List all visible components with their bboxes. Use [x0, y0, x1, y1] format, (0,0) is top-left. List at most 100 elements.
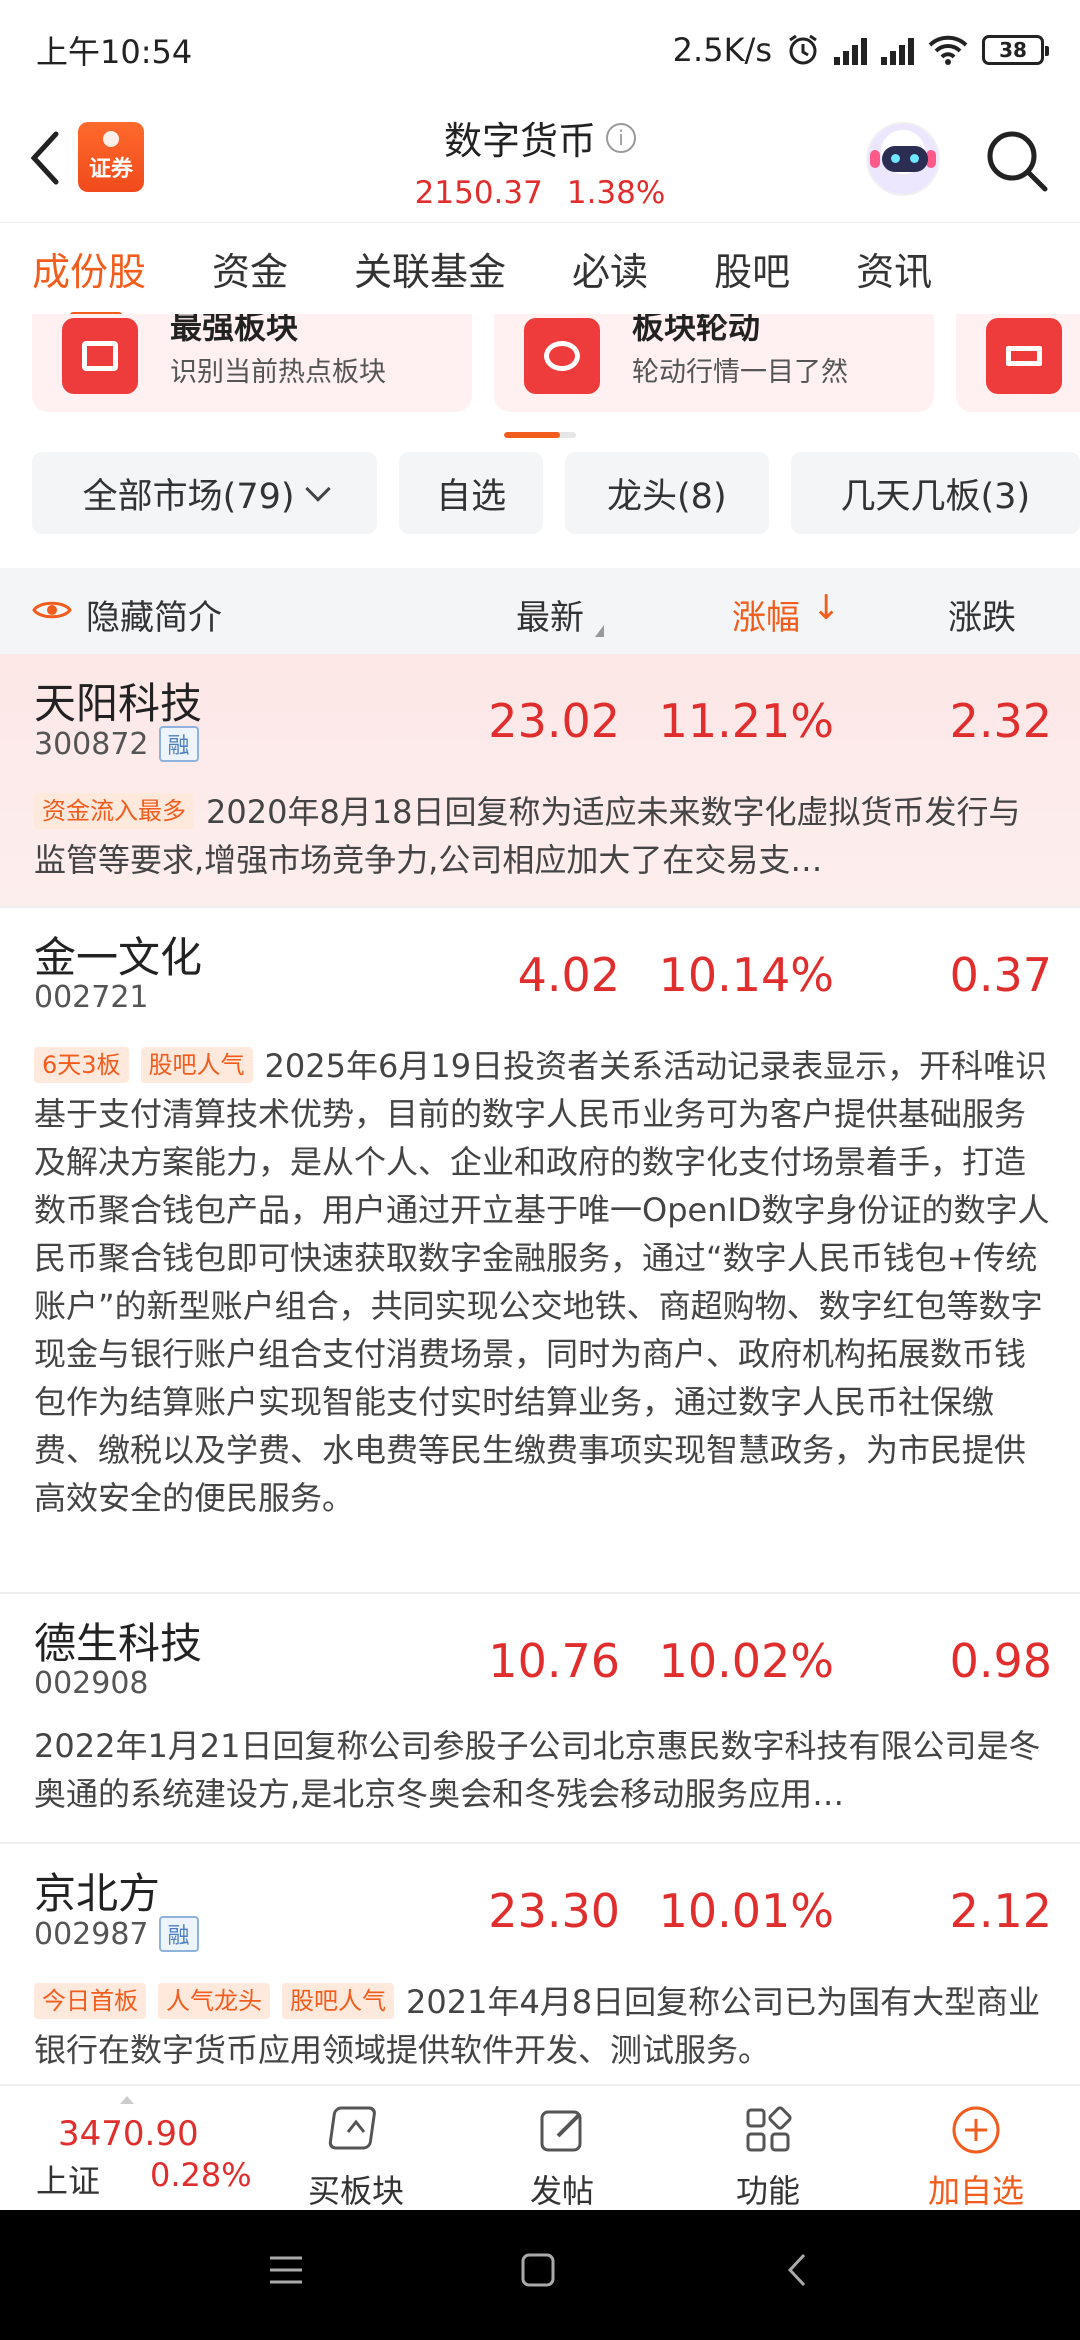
- layers-icon: [986, 318, 1062, 394]
- sector-rotation-icon: [524, 318, 600, 394]
- stock-name: 京北方: [34, 1869, 161, 1918]
- sort-change-amount[interactable]: 涨跌: [948, 590, 1016, 639]
- robot-face-icon: [882, 146, 928, 172]
- column-header: 隐藏简介 最新 涨幅 ↓ 涨跌: [0, 568, 1080, 654]
- feature-cards: 最强板块 识别当前热点板块 板块轮动 轮动行情一目了然: [0, 314, 1080, 414]
- stock-row[interactable]: 德生科技 002908 10.76 10.02% 0.98 2022年1月21日…: [0, 1594, 1080, 1844]
- card-strongest-sector[interactable]: 最强板块 识别当前热点板块: [32, 314, 472, 412]
- sort-latest-price[interactable]: 最新: [516, 590, 604, 639]
- buy-sector-icon: [328, 2106, 376, 2150]
- back-icon[interactable]: [24, 128, 64, 188]
- index-change-pct[interactable]: 0.28%: [150, 2156, 252, 2194]
- tab-constituents[interactable]: 成份股: [32, 241, 146, 318]
- strongest-sector-icon: [62, 318, 138, 394]
- stock-code: 300872 融: [34, 726, 199, 762]
- wifi-icon: [928, 35, 968, 65]
- stock-price: 23.02: [488, 694, 620, 748]
- stock-row[interactable]: 金一文化 002721 4.02 10.14% 0.37 6天3板 股吧人气 202…: [0, 908, 1080, 1594]
- filter-leaders[interactable]: 龙头(8): [565, 452, 769, 534]
- stock-change: 0.37: [949, 948, 1052, 1002]
- tag: 股吧人气: [282, 1983, 394, 2019]
- index-value[interactable]: 3470.90: [58, 2114, 199, 2154]
- filter-chips: 全部市场(79) 自选 龙头(8) 几天几板(3): [32, 452, 1080, 534]
- status-icons: 2.5K/s 38: [672, 31, 1049, 69]
- margin-badge: 融: [158, 1916, 199, 1952]
- filter-watchlist[interactable]: 自选: [399, 452, 543, 534]
- sort-change-pct[interactable]: 涨幅: [732, 590, 800, 639]
- stock-code: 002721: [34, 980, 149, 1015]
- menu-icon[interactable]: [268, 2252, 304, 2288]
- stock-change-pct: 10.02%: [658, 1634, 834, 1688]
- stock-row[interactable]: 京北方 002987 融 23.30 10.01% 2.12 今日首板 人气龙头 股吧…: [0, 1844, 1080, 2084]
- stock-price: 10.76: [488, 1634, 620, 1688]
- stock-change-pct: 10.01%: [658, 1884, 834, 1938]
- stock-change: 0.98: [949, 1634, 1052, 1688]
- title-block: 数字货币 i 2150.37 1.38%: [300, 110, 780, 211]
- logo-mark-icon: [103, 131, 119, 147]
- add-circle-icon: [952, 2106, 1000, 2154]
- stock-price: 4.02: [517, 948, 620, 1002]
- search-icon[interactable]: [982, 126, 1052, 196]
- filter-all-market[interactable]: 全部市场(79): [32, 452, 378, 534]
- app-header: 证券 数字货币 i 2150.37 1.38%: [0, 100, 1080, 220]
- functions-button[interactable]: 功能: [698, 2094, 838, 2212]
- add-to-watchlist-button[interactable]: 加自选: [906, 2094, 1046, 2212]
- stock-intro: 2022年1月21日回复称公司参股子公司北京惠民数字科技有限公司是冬奥通的系统建…: [34, 1727, 1041, 1813]
- card-third[interactable]: [956, 314, 1080, 412]
- status-bar: 上午10:54 2.5K/s 38: [0, 0, 1080, 100]
- tab-funds[interactable]: 资金: [212, 241, 288, 296]
- tab-related-funds[interactable]: 关联基金: [354, 241, 506, 296]
- post-button[interactable]: 发帖: [492, 2094, 632, 2212]
- back-nav-icon[interactable]: [780, 2252, 816, 2288]
- tab-forum[interactable]: 股吧: [714, 241, 790, 296]
- info-icon[interactable]: i: [606, 122, 636, 153]
- card-sector-rotation[interactable]: 板块轮动 轮动行情一目了然: [494, 314, 934, 412]
- stock-intro: 6天3板 股吧人气 2025年6月19日投资者关系活动记录表显示，开科唯识基于支付清…: [34, 1047, 1050, 1517]
- margin-badge: 融: [158, 726, 199, 762]
- stock-change-pct: 10.14%: [658, 948, 834, 1002]
- signal-icon-2: [881, 35, 914, 65]
- stock-change: 2.12: [949, 1884, 1052, 1938]
- buy-sector-button[interactable]: 买板块: [286, 2094, 426, 2212]
- stock-row[interactable]: 天阳科技 300872 融 23.02 11.21% 2.32 资金流入最多 202…: [0, 654, 1080, 908]
- network-speed: 2.5K/s: [672, 31, 772, 69]
- tag: 今日首板: [34, 1983, 146, 2019]
- stock-code: 002908: [34, 1666, 149, 1701]
- index-expand-icon[interactable]: [120, 2096, 134, 2104]
- hide-intro-toggle[interactable]: 隐藏简介: [86, 590, 222, 639]
- chevron-down-icon: [304, 476, 331, 502]
- tag: 股吧人气: [140, 1047, 253, 1083]
- index-name[interactable]: 上证: [36, 2156, 100, 2202]
- battery-icon: 38: [982, 35, 1049, 65]
- stock-intro: 今日首板 人气龙头 股吧人气 2021年4月8日回复称公司已为国有大型商业银行在数字货…: [34, 1983, 1041, 2069]
- tag: 人气龙头: [158, 1983, 270, 2019]
- alarm-icon: [789, 34, 817, 65]
- sector-price: 2150.37: [414, 175, 543, 211]
- sort-desc-arrow-icon: ↓: [812, 588, 841, 628]
- stock-change-pct: 11.21%: [658, 694, 834, 748]
- tab-bar: 成份股 资金 关联基金 必读 股吧 资讯: [0, 222, 1080, 318]
- eye-icon[interactable]: [32, 598, 72, 622]
- broker-logo[interactable]: 证券: [78, 122, 144, 192]
- grid-icon: [746, 2106, 792, 2152]
- carousel-indicator: [504, 432, 576, 438]
- status-time: 上午10:54: [36, 33, 193, 71]
- stock-name: 金一文化: [34, 933, 203, 982]
- stock-change: 2.32: [949, 694, 1052, 748]
- tag: 资金流入最多: [34, 793, 194, 829]
- edit-icon: [540, 2110, 582, 2152]
- system-nav-bar: [0, 2210, 1080, 2340]
- sector-change-pct: 1.38%: [566, 175, 666, 211]
- stock-code: 002987 融: [34, 1916, 199, 1952]
- home-icon[interactable]: [520, 2252, 556, 2288]
- filter-consecutive-limit[interactable]: 几天几板(3): [790, 452, 1080, 534]
- stock-name: 天阳科技: [34, 679, 203, 728]
- bottom-toolbar: 3470.90 上证 0.28% 买板块 发帖 功能 加自选: [0, 2084, 1080, 2210]
- tab-news[interactable]: 资讯: [856, 241, 932, 296]
- assistant-robot-avatar[interactable]: [866, 122, 940, 196]
- sector-quote: 2150.37 1.38%: [300, 175, 780, 211]
- page-title: 数字货币 i: [444, 110, 636, 165]
- tab-must-read[interactable]: 必读: [572, 241, 648, 296]
- stock-intro: 资金流入最多 2020年8月18日回复称为适应未来数字化虚拟货币发行与监管等要求,…: [34, 793, 1021, 879]
- stock-name: 德生科技: [34, 1619, 203, 1668]
